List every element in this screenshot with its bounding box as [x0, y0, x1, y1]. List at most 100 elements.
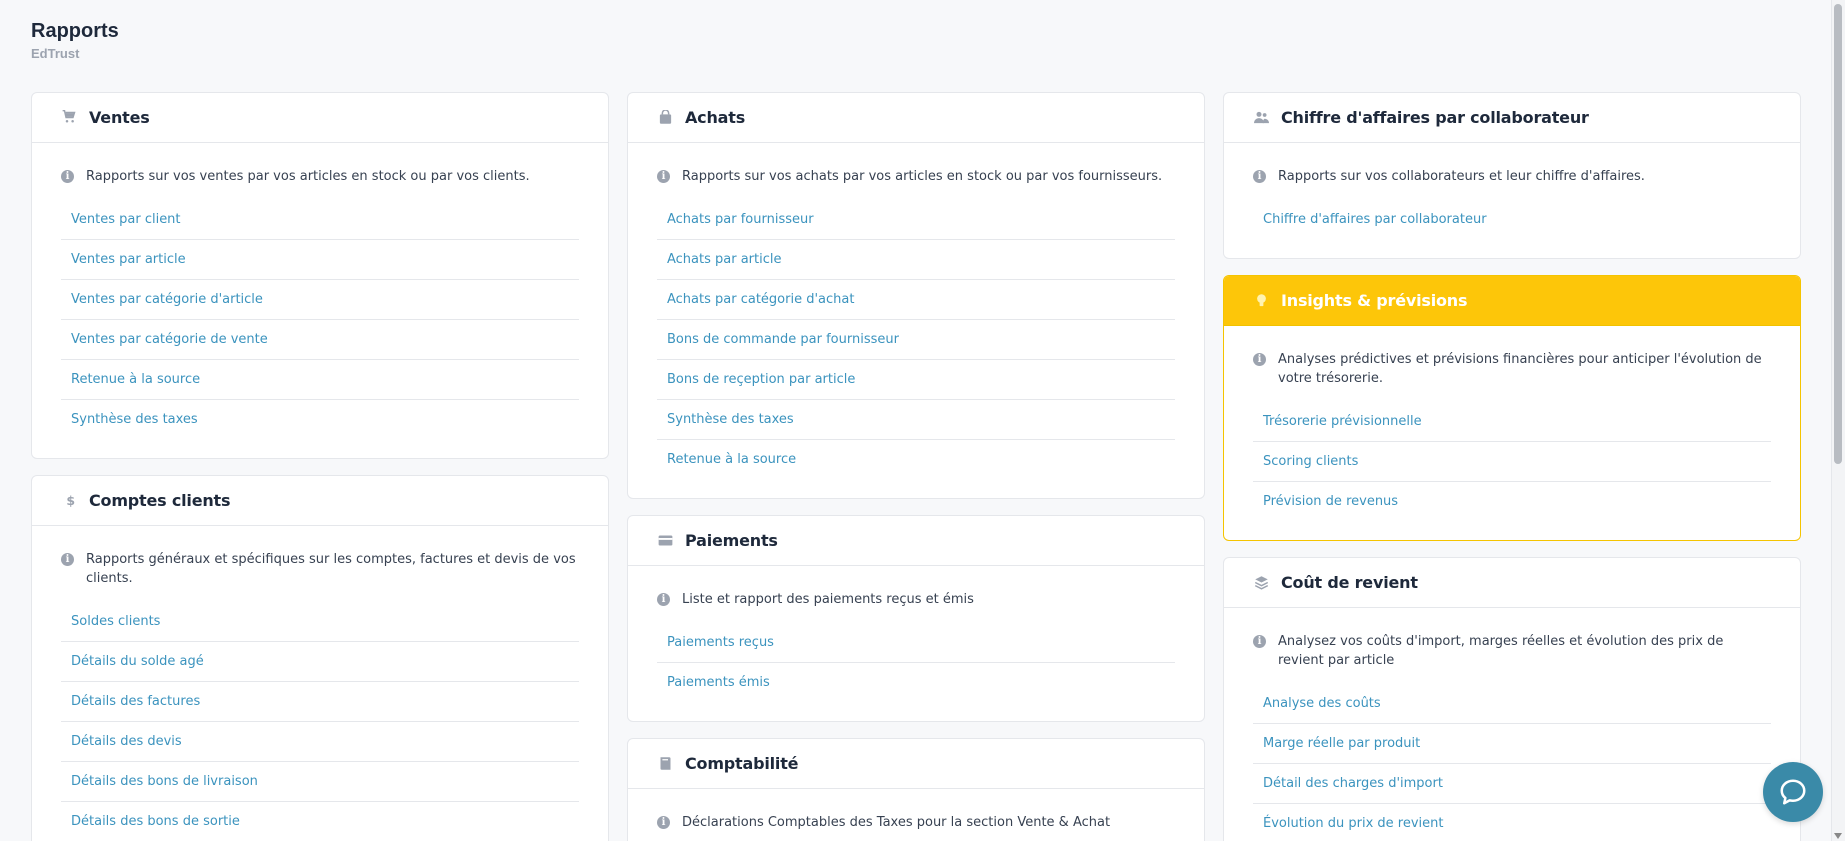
report-link[interactable]: Bons de reçeption par article	[657, 360, 1175, 400]
report-link[interactable]: Trésorerie prévisionnelle	[1253, 402, 1771, 442]
report-link[interactable]: Ventes par client	[61, 200, 579, 240]
report-link[interactable]: Soldes clients	[61, 602, 579, 642]
report-link[interactable]: Marge réelle par produit	[1253, 724, 1771, 764]
card-description-text: Analyses prédictives et prévisions finan…	[1278, 352, 1762, 386]
column-2: Achats i Rapports sur vos achats par vos a…	[627, 92, 1205, 841]
column-1: Ventes i Rapports sur vos ventes par vos a…	[31, 92, 609, 841]
report-link[interactable]: Scoring clients	[1253, 442, 1771, 482]
scroll-down-arrow-icon[interactable]	[1834, 833, 1842, 839]
users-icon	[1253, 110, 1269, 126]
card-description: i Analyses prédictives et prévisions fina…	[1253, 350, 1771, 388]
report-link[interactable]: Bons de commande par fournisseur	[657, 320, 1175, 360]
card-description: i Rapports sur vos ventes par vos article…	[61, 167, 579, 186]
report-link[interactable]: Ventes par article	[61, 240, 579, 280]
card-title: Insights & prévisions	[1281, 291, 1468, 310]
page-subtitle: EdTrust	[31, 46, 80, 61]
card-title: Paiements	[685, 531, 778, 550]
info-icon: i	[1253, 353, 1266, 366]
card-description-text: Rapports sur vos collaborateurs et leur …	[1278, 169, 1645, 184]
layers-icon	[1253, 575, 1269, 591]
report-link[interactable]: Prévision de revenus	[1253, 482, 1771, 522]
report-link[interactable]: Évolution du prix de revient	[1253, 804, 1771, 841]
report-link[interactable]: Paiements émis	[657, 663, 1175, 703]
card-body: i Liste et rapport des paiements reçus et…	[628, 566, 1204, 721]
info-icon: i	[1253, 170, 1266, 183]
report-card-cout-revient: Coût de revient i Analysez vos coûts d'imp…	[1223, 557, 1801, 841]
book-icon	[657, 756, 673, 772]
report-link[interactable]: Détails des factures	[61, 682, 579, 722]
card-description: i Liste et rapport des paiements reçus et…	[657, 590, 1175, 609]
card-description: i Rapports généraux et spécifiques sur le…	[61, 550, 579, 588]
card-title: Comptabilité	[685, 754, 799, 773]
info-icon: i	[657, 593, 670, 606]
scrollbar[interactable]	[1831, 0, 1845, 841]
card-description-text: Liste et rapport des paiements reçus et …	[682, 592, 974, 607]
report-card-paiements: Paiements i Liste et rapport des paiements…	[627, 515, 1205, 722]
card-header: Insights & prévisions	[1224, 276, 1800, 326]
card-description: i Rapports sur vos collaborateurs et leur…	[1253, 167, 1771, 186]
report-link[interactable]: Détails des bons de sortie	[61, 802, 579, 841]
card-header: Achats	[628, 93, 1204, 143]
report-card-comptabilite: Comptabilité i Déclarations Comptables des…	[627, 738, 1205, 841]
cart-icon	[61, 110, 77, 126]
card-description-text: Rapports sur vos achats par vos articles…	[682, 169, 1163, 184]
report-link[interactable]: Synthèse des taxes	[61, 400, 579, 440]
report-link[interactable]: Achats par catégorie d'achat	[657, 280, 1175, 320]
card-header: Paiements	[628, 516, 1204, 566]
card-title: Comptes clients	[89, 491, 231, 510]
card-body: i Rapports sur vos ventes par vos article…	[32, 143, 608, 458]
report-link[interactable]: Détail des charges d'import	[1253, 764, 1771, 804]
card-description: i Rapports sur vos achats par vos article…	[657, 167, 1175, 186]
info-icon: i	[1253, 635, 1266, 648]
report-link[interactable]: Détails des devis	[61, 722, 579, 762]
credit-card-icon	[657, 533, 673, 549]
report-card-achats: Achats i Rapports sur vos achats par vos a…	[627, 92, 1205, 499]
report-link[interactable]: Détails des bons de livraison	[61, 762, 579, 802]
card-body: i Rapports généraux et spécifiques sur le…	[32, 526, 608, 841]
report-link[interactable]: Paiements reçus	[657, 623, 1175, 663]
report-link[interactable]: Retenue à la source	[657, 440, 1175, 480]
report-link[interactable]: Retenue à la source	[61, 360, 579, 400]
card-description: i Déclarations Comptables des Taxes pour …	[657, 813, 1175, 832]
card-body: i Déclarations Comptables des Taxes pour …	[628, 789, 1204, 841]
svg-text:$: $	[66, 493, 75, 508]
card-body: i Rapports sur vos collaborateurs et leur…	[1224, 143, 1800, 258]
page-header: Rapports EdTrust	[31, 18, 119, 61]
info-icon: i	[61, 553, 74, 566]
card-description-text: Analysez vos coûts d'import, marges réel…	[1278, 634, 1724, 668]
scrollbar-thumb[interactable]	[1834, 4, 1842, 464]
card-description: i Analysez vos coûts d'import, marges rée…	[1253, 632, 1771, 670]
report-link[interactable]: Achats par fournisseur	[657, 200, 1175, 240]
card-description-text: Rapports sur vos ventes par vos articles…	[86, 169, 530, 184]
column-3: Chiffre d'affaires par collaborateur i Rap…	[1223, 92, 1801, 841]
card-body: i Analysez vos coûts d'import, marges rée…	[1224, 608, 1800, 841]
info-icon: i	[657, 170, 670, 183]
info-icon: i	[61, 170, 74, 183]
report-link[interactable]: Synthèse des taxes	[657, 400, 1175, 440]
card-title: Ventes	[89, 108, 150, 127]
card-header: Coût de revient	[1224, 558, 1800, 608]
card-title: Coût de revient	[1281, 573, 1418, 592]
card-header: Chiffre d'affaires par collaborateur	[1224, 93, 1800, 143]
info-icon: i	[657, 816, 670, 829]
lightbulb-icon	[1253, 293, 1269, 309]
card-title: Achats	[685, 108, 746, 127]
report-link[interactable]: Ventes par catégorie d'article	[61, 280, 579, 320]
report-card-insights: Insights & prévisions i Analyses prédictiv…	[1223, 275, 1801, 541]
report-link[interactable]: Achats par article	[657, 240, 1175, 280]
dollar-icon: $	[61, 493, 77, 509]
report-link[interactable]: Ventes par catégorie de vente	[61, 320, 579, 360]
card-title: Chiffre d'affaires par collaborateur	[1281, 108, 1589, 127]
card-description-text: Rapports généraux et spécifiques sur les…	[86, 552, 576, 586]
card-body: i Analyses prédictives et prévisions fina…	[1224, 326, 1800, 540]
report-card-ventes: Ventes i Rapports sur vos ventes par vos a…	[31, 92, 609, 459]
chat-bubble-icon	[1780, 779, 1806, 805]
report-link[interactable]: Détails du solde agé	[61, 642, 579, 682]
chat-button[interactable]	[1763, 762, 1823, 822]
report-card-comptes-clients: $ Comptes clients i Rapports généraux et sp…	[31, 475, 609, 841]
report-link[interactable]: Chiffre d'affaires par collaborateur	[1253, 200, 1771, 240]
card-header: Comptabilité	[628, 739, 1204, 789]
report-link[interactable]: Analyse des coûts	[1253, 684, 1771, 724]
card-header: Ventes	[32, 93, 608, 143]
page-title: Rapports	[31, 20, 119, 42]
